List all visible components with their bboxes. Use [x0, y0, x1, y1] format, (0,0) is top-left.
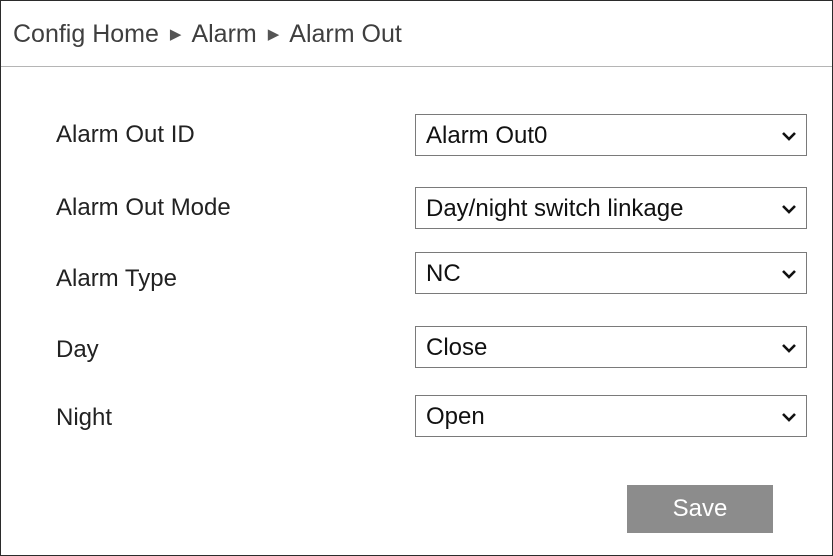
night-value: Open: [426, 403, 485, 430]
save-button[interactable]: Save: [627, 485, 773, 533]
night-label: Night: [56, 404, 113, 431]
chevron-down-icon: [782, 132, 796, 141]
alarm-out-id-label: Alarm Out ID: [56, 121, 195, 148]
breadcrumb-config-home[interactable]: Config Home: [13, 20, 159, 48]
breadcrumb: Config Home ▶ Alarm ▶ Alarm Out: [1, 1, 832, 67]
alarm-type-select[interactable]: NC: [415, 252, 807, 294]
day-select[interactable]: Close: [415, 326, 807, 368]
day-label: Day: [56, 336, 99, 363]
breadcrumb-separator-icon: ▶: [169, 26, 182, 44]
alarm-out-id-select[interactable]: Alarm Out0: [415, 114, 807, 156]
chevron-down-icon: [782, 413, 796, 422]
alarm-out-id-value: Alarm Out0: [426, 122, 548, 149]
day-value: Close: [426, 334, 488, 361]
breadcrumb-alarm-out: Alarm Out: [289, 19, 402, 48]
breadcrumb-alarm[interactable]: Alarm: [191, 20, 256, 48]
chevron-down-icon: [782, 270, 796, 279]
alarm-out-mode-select[interactable]: Day/night switch linkage: [415, 187, 807, 229]
alarm-out-mode-label: Alarm Out Mode: [56, 194, 231, 221]
alarm-out-panel: Config Home ▶ Alarm ▶ Alarm Out Alarm Out ID…: [0, 0, 833, 556]
alarm-out-mode-value: Day/night switch linkage: [426, 195, 684, 222]
alarm-type-label: Alarm Type: [56, 265, 177, 292]
breadcrumb-separator-icon: ▶: [267, 26, 280, 44]
alarm-type-value: NC: [426, 260, 461, 287]
night-select[interactable]: Open: [415, 395, 807, 437]
chevron-down-icon: [782, 205, 796, 214]
chevron-down-icon: [782, 344, 796, 353]
